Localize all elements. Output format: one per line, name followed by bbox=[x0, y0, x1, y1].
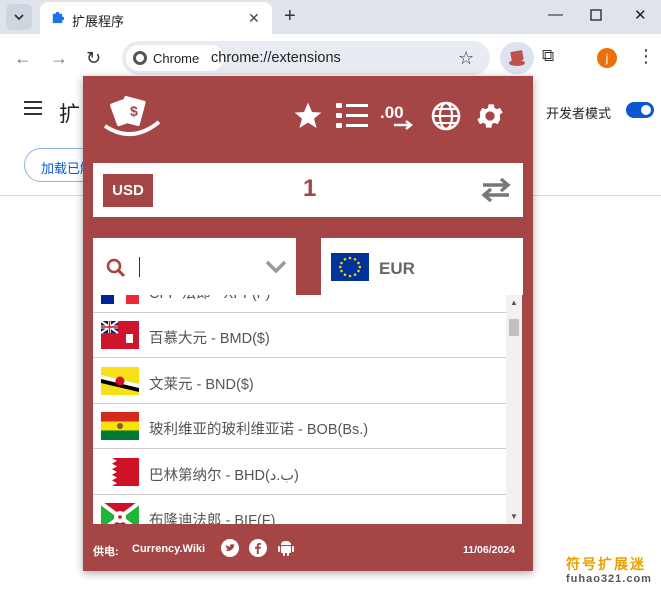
list-icon[interactable] bbox=[335, 100, 369, 132]
currency-extension-button[interactable] bbox=[500, 42, 534, 74]
android-icon[interactable] bbox=[278, 539, 294, 557]
list-item[interactable]: 玻利维亚的玻利维亚诺 - BOB(Bs.) bbox=[93, 404, 506, 449]
flag-eu-icon bbox=[331, 253, 369, 281]
target-currency-box[interactable]: EUR bbox=[321, 238, 523, 295]
list-item[interactable]: 百慕大元 - BMD($) bbox=[93, 313, 506, 358]
currency-wiki-logo-icon: $ bbox=[103, 96, 161, 136]
search-icon bbox=[106, 258, 126, 278]
chevron-down-icon bbox=[14, 14, 24, 21]
developer-mode-toggle[interactable] bbox=[626, 102, 654, 118]
currency-label: 文莱元 - BND($) bbox=[149, 377, 254, 393]
currency-search-box[interactable] bbox=[93, 238, 296, 295]
flag-bolivia-icon bbox=[101, 412, 139, 440]
flag-fr-icon bbox=[101, 295, 139, 304]
source-currency-button[interactable]: USD bbox=[103, 174, 153, 207]
address-bar[interactable]: Chrome chrome://extensions ☆ bbox=[122, 41, 490, 75]
chrome-logo-icon bbox=[133, 51, 147, 65]
flag-bermuda-icon bbox=[101, 321, 139, 349]
currency-label: 布隆迪法郎 - BIF(F) bbox=[149, 513, 276, 524]
powered-by-label: 供电: bbox=[93, 546, 119, 558]
flag-burundi-icon bbox=[101, 503, 139, 524]
page-title: 扩 bbox=[59, 103, 80, 126]
puzzle-icon bbox=[52, 11, 65, 24]
svg-text:.00: .00 bbox=[380, 103, 404, 122]
forward-icon[interactable]: → bbox=[50, 48, 68, 69]
bookmark-star-icon[interactable]: ☆ bbox=[458, 48, 474, 69]
list-item[interactable]: 布隆迪法郎 - BIF(F) bbox=[93, 495, 506, 524]
currency-label: CFP 法郎 - XPF(F) bbox=[149, 295, 270, 303]
target-currency-code: EUR bbox=[379, 259, 415, 278]
tab-title: 扩展程序 bbox=[72, 14, 125, 29]
chevron-down-icon[interactable] bbox=[265, 260, 287, 274]
rates-date: 11/06/2024 bbox=[463, 544, 515, 556]
url-text[interactable]: chrome://extensions bbox=[211, 50, 341, 66]
back-icon[interactable]: ← bbox=[14, 48, 32, 69]
currency-wiki-link[interactable]: Currency.Wiki bbox=[132, 543, 205, 555]
hamburger-menu-icon[interactable] bbox=[24, 101, 42, 119]
tab-search-button[interactable] bbox=[6, 4, 32, 30]
language-globe-icon[interactable] bbox=[430, 100, 462, 132]
developer-mode-label: 开发者模式 bbox=[546, 106, 612, 121]
watermark-en: fuhao321.com bbox=[566, 573, 652, 585]
currency-list: CFP 法郎 - XPF(F) 百慕大元 - BMD($) 文莱元 - BND(… bbox=[93, 295, 522, 524]
scrollbar-thumb[interactable] bbox=[509, 319, 519, 336]
svg-text:$: $ bbox=[130, 103, 138, 119]
favorite-star-icon[interactable] bbox=[291, 100, 325, 132]
money-logo-icon bbox=[509, 50, 525, 66]
list-item[interactable]: 文莱元 - BND($) bbox=[93, 359, 506, 404]
reload-icon[interactable]: ↻ bbox=[86, 48, 101, 69]
amount-row: USD 1 bbox=[93, 163, 523, 217]
currency-label: 玻利维亚的玻利维亚诺 - BOB(Bs.) bbox=[149, 422, 369, 438]
search-input[interactable] bbox=[139, 257, 140, 277]
flag-bahrain-icon bbox=[101, 458, 139, 486]
list-item[interactable]: CFP 法郎 - XPF(F) bbox=[93, 295, 506, 313]
site-info-chip[interactable]: Chrome bbox=[126, 45, 224, 71]
list-item[interactable]: 巴林第纳尔 - BHD(ب.د) bbox=[93, 450, 506, 495]
chip-label: Chrome bbox=[153, 51, 200, 66]
watermark-cn: 符号扩展迷 bbox=[566, 556, 646, 572]
profile-avatar[interactable]: j bbox=[597, 48, 617, 68]
amount-input[interactable]: 1 bbox=[303, 175, 316, 203]
new-tab-button[interactable]: + bbox=[284, 5, 296, 28]
tab-extensions[interactable]: 扩展程序 ✕ bbox=[40, 2, 272, 34]
twitter-icon[interactable] bbox=[221, 539, 239, 557]
minimize-icon[interactable]: — bbox=[548, 6, 563, 23]
facebook-icon[interactable] bbox=[249, 539, 267, 557]
currency-popup: $ .00 USD 1 EUR 百慕大元 - BMD($) 文莱元 - BND(… bbox=[83, 76, 533, 571]
settings-gear-icon[interactable] bbox=[474, 100, 506, 132]
currency-label: 巴林第纳尔 - BHD(ب.د) bbox=[149, 468, 299, 484]
scroll-up-icon[interactable]: ▲ bbox=[510, 298, 518, 307]
tab-strip: 扩展程序 ✕ + — ✕ bbox=[0, 0, 661, 34]
scroll-down-icon[interactable]: ▼ bbox=[510, 512, 518, 521]
decimal-places-icon[interactable]: .00 bbox=[380, 100, 416, 132]
maximize-icon[interactable] bbox=[590, 9, 602, 21]
list-scrollbar[interactable]: ▲ ▼ bbox=[506, 295, 522, 524]
window-close-icon[interactable]: ✕ bbox=[634, 6, 647, 24]
currency-label: 百慕大元 - BMD($) bbox=[149, 331, 270, 347]
browser-toolbar: ← → ↻ Chrome chrome://extensions ☆ ⧉ j ⋮ bbox=[0, 34, 661, 82]
extensions-menu-icon[interactable]: ⧉ bbox=[542, 46, 554, 66]
close-tab-icon[interactable]: ✕ bbox=[248, 10, 260, 27]
swap-arrows-icon[interactable] bbox=[479, 176, 513, 204]
more-menu-icon[interactable]: ⋮ bbox=[637, 46, 655, 67]
flag-brunei-icon bbox=[101, 367, 139, 395]
